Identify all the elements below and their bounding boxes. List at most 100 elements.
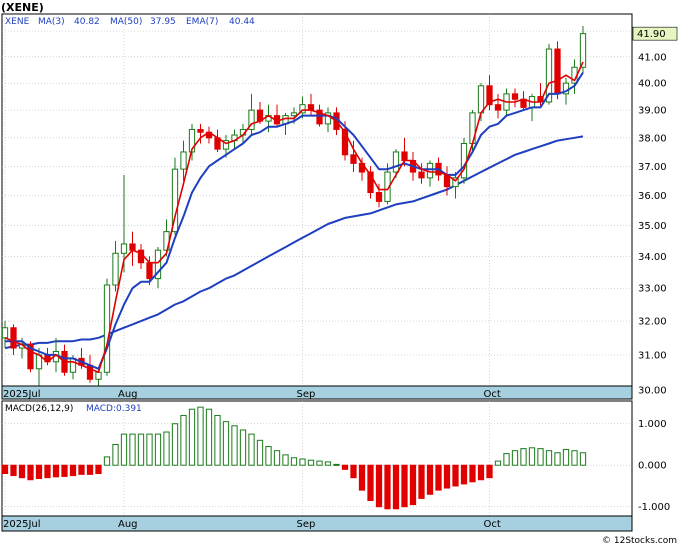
- macd-date-band: [1, 515, 633, 532]
- macd-bar: [350, 464, 357, 479]
- candle-body: [477, 85, 485, 114]
- candle-body: [112, 252, 119, 286]
- macd-bar: [273, 450, 281, 466]
- macd-bar: [486, 464, 493, 479]
- macd-tick-label: 1.000: [638, 419, 667, 430]
- price-tick-label: 32.00: [638, 317, 667, 328]
- price-y-axis: 30.00 31.00 32.00 33.00 34.00 35.00 36.00 37.00…: [638, 27, 667, 397]
- macd-bar: [103, 456, 111, 466]
- candle-body: [103, 284, 111, 373]
- macd-bar: [290, 457, 298, 466]
- macd-bar: [528, 447, 536, 466]
- macd-bar: [520, 448, 527, 466]
- macd-bar: [358, 464, 366, 491]
- macd-bar: [537, 448, 544, 466]
- macd-tick-label: -1.000: [638, 502, 670, 513]
- macd-bar: [180, 414, 187, 466]
- macd-bar: [205, 408, 213, 466]
- macd-bar: [171, 423, 179, 466]
- legend-ticker: XENE: [5, 17, 30, 27]
- price-x-label: Aug: [118, 389, 138, 400]
- price-tick-label: 33.00: [638, 284, 667, 295]
- candle-body: [10, 327, 17, 349]
- price-tick-label: 37.00: [638, 162, 667, 173]
- candle-body: [418, 171, 425, 179]
- macd-bar: [52, 464, 60, 478]
- macd-bar: [18, 464, 26, 479]
- macd-bar: [511, 450, 519, 466]
- macd-bar: [392, 464, 400, 510]
- macd-bar: [10, 464, 17, 477]
- macd-bar: [137, 433, 145, 466]
- macd-bar: [367, 464, 374, 501]
- macd-bar: [333, 463, 340, 466]
- macd-x-label: Oct: [484, 519, 501, 530]
- macd-bar: [426, 464, 434, 495]
- stock-chart: 30.00 31.00 32.00 33.00 34.00 35.00 36.00 37.00…: [1, 1, 678, 546]
- candle-body: [1, 327, 9, 339]
- macd-tick-label: 0.000: [638, 461, 667, 472]
- macd-bar: [248, 433, 255, 466]
- macd-bar: [1, 464, 9, 475]
- candle-body: [197, 128, 204, 133]
- candle-body: [350, 154, 357, 164]
- price-tick-label: 41.00: [638, 52, 667, 63]
- legend-ma50-label: MA(50): [110, 17, 142, 27]
- candle-body: [290, 112, 298, 117]
- price-tick-label: 38.00: [638, 133, 667, 144]
- candle-body: [494, 104, 502, 111]
- macd-bar: [44, 464, 51, 479]
- macd-bar: [418, 464, 425, 499]
- macd-bar: [120, 433, 128, 466]
- price-tick-label: 34.00: [638, 252, 667, 263]
- candle-body: [120, 243, 128, 254]
- macd-y-axis: -1.000 0.000 1.000: [638, 419, 670, 513]
- price-x-label: Sep: [297, 389, 316, 400]
- macd-bar: [375, 464, 383, 508]
- macd-bar: [27, 464, 34, 481]
- macd-legend-label: MACD(26,12,9): [5, 404, 73, 414]
- macd-bar: [86, 464, 94, 475]
- chart-title: (XENE): [1, 1, 44, 14]
- macd-x-label: Aug: [118, 519, 138, 530]
- macd-bar: [35, 464, 43, 479]
- macd-bar: [324, 461, 332, 466]
- macd-bar: [384, 464, 391, 510]
- candle-body: [375, 192, 383, 202]
- macd-bar: [579, 452, 587, 466]
- macd-bar: [78, 464, 85, 475]
- legend-ema7-label: EMA(7): [186, 17, 218, 27]
- price-tick-label: 40.00: [638, 79, 667, 90]
- candle-body: [69, 357, 77, 373]
- candle-body: [180, 151, 187, 170]
- candle-body: [146, 262, 153, 280]
- macd-bar: [401, 464, 408, 508]
- price-date-band: [1, 385, 633, 400]
- macd-bar: [231, 425, 238, 466]
- macd-bar: [112, 443, 119, 466]
- macd-bar: [435, 464, 442, 491]
- macd-bar: [554, 452, 561, 466]
- price-x-label: Oct: [484, 389, 501, 400]
- macd-bar: [222, 421, 230, 466]
- macd-bar: [571, 450, 578, 466]
- macd-bar: [409, 464, 417, 506]
- macd-x-label: Sep: [297, 519, 316, 530]
- price-tick-label: 36.00: [638, 191, 667, 202]
- price-legend: XENE MA(3) 40.82 MA(50) 37.95 EMA(7) 40.…: [5, 17, 255, 27]
- legend-ma50-value: 37.95: [150, 17, 176, 27]
- macd-bar: [494, 460, 502, 466]
- macd-bar: [316, 460, 323, 466]
- macd-bar: [163, 431, 170, 466]
- macd-bar: [299, 458, 306, 466]
- macd-bar: [452, 464, 459, 487]
- macd-bar: [460, 464, 468, 485]
- macd-bar: [129, 433, 136, 466]
- price-x-label: 2025Jul: [3, 389, 41, 400]
- macd-bar: [154, 433, 162, 466]
- price-tick-label: 31.00: [638, 350, 667, 361]
- last-price-value: 41.90: [637, 29, 666, 40]
- macd-bar: [265, 446, 272, 466]
- macd-bar: [341, 464, 349, 470]
- legend-ma3-value: 40.82: [74, 17, 100, 27]
